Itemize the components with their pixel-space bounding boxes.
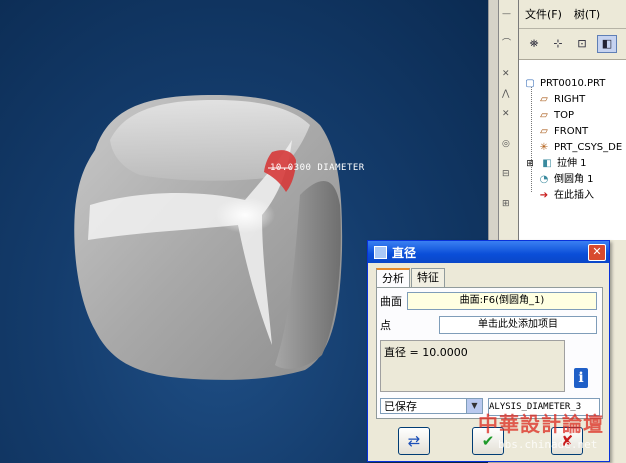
- tree-item-part[interactable]: ▢ PRT0010.PRT: [523, 76, 605, 92]
- repeat-button[interactable]: ⇄: [398, 427, 430, 455]
- toolbar-icon[interactable]: ✕: [502, 70, 515, 79]
- round-icon: ◔: [539, 174, 549, 185]
- ok-button[interactable]: ✔: [472, 427, 504, 455]
- dialog-titlebar[interactable]: 直径: [368, 241, 609, 263]
- extrude-icon: ◧: [542, 158, 552, 169]
- dialog-tabs: 分析 特征: [376, 268, 446, 289]
- result-text: 直径 = 10.0000: [384, 346, 468, 359]
- diameter-dialog: 直径 ✕ 分析 特征 曲面 曲面:F6(倒圆角_1) 点 单击此处添加项目 直径…: [367, 240, 610, 462]
- menu-tree[interactable]: 树(T): [574, 6, 600, 22]
- dialog-title: 直径: [392, 245, 417, 260]
- tree-toolbar: ⛯ ⊹ ⊡ ◧: [519, 29, 626, 60]
- toolbar-icon[interactable]: ◎: [502, 140, 515, 149]
- toolbar-icon[interactable]: —: [502, 10, 515, 19]
- dialog-window-icon: [374, 245, 387, 259]
- tree-settings-icon[interactable]: ⊹: [549, 36, 567, 52]
- binoculars-icon[interactable]: ⛯: [525, 36, 543, 52]
- feature-toolbar: — ⌒ ✕ ⋀ ✕ ◎ ⊟ ⊞: [498, 0, 520, 240]
- layer-tree-icon[interactable]: ◧: [597, 35, 617, 53]
- tree-item-round[interactable]: ◔ 倒圆角 1: [537, 172, 594, 188]
- analysis-tab-panel: 曲面 曲面:F6(倒圆角_1) 点 单击此处添加项目 直径 = 10.0000 …: [376, 287, 603, 419]
- repeat-icon: ⇄: [407, 432, 421, 450]
- tree-item-front[interactable]: ▱ FRONT: [537, 124, 588, 140]
- tree-item-insert-here[interactable]: ➔ 在此插入: [537, 188, 594, 204]
- tree-item-right[interactable]: ▱ RIGHT: [537, 92, 585, 108]
- save-mode-value: 已保存: [384, 400, 417, 413]
- cross-icon: ✘: [560, 432, 574, 450]
- cancel-button[interactable]: ✘: [551, 427, 583, 455]
- result-box: 直径 = 10.0000: [380, 340, 565, 392]
- analysis-name-field[interactable]: ALYSIS_DIAMETER_3: [488, 398, 600, 416]
- tab-analysis[interactable]: 分析: [376, 268, 410, 289]
- datum-plane-icon: ▱: [540, 126, 548, 137]
- model-tree-panel: 文件(F) 树(T) ⛯ ⊹ ⊡ ◧ ▢ PRT0010.PRT ▱ RIGHT ▱…: [518, 0, 626, 240]
- save-mode-select[interactable]: 已保存 ▼: [380, 398, 483, 414]
- part-icon: ▢: [525, 78, 535, 89]
- chevron-down-icon[interactable]: ▼: [466, 399, 482, 413]
- insert-arrow-icon: ➔: [539, 190, 549, 201]
- dimension-label: 10.0300 DIAMETER: [270, 163, 365, 173]
- menu-file[interactable]: 文件(F): [525, 6, 562, 22]
- tab-feature[interactable]: 特征: [411, 268, 445, 287]
- info-icon[interactable]: i: [574, 368, 588, 388]
- tree-menubar: 文件(F) 树(T): [519, 0, 626, 29]
- surface-field[interactable]: 曲面:F6(倒圆角_1): [407, 292, 597, 310]
- check-icon: ✔: [481, 432, 495, 450]
- datum-plane-icon: ▱: [540, 94, 548, 105]
- expand-icon[interactable]: ⊞: [523, 156, 537, 172]
- tree-connector-line: [531, 87, 533, 192]
- point-label: 点: [380, 319, 391, 332]
- toolbar-icon[interactable]: ⊞: [502, 200, 515, 209]
- surface-label: 曲面: [380, 295, 402, 308]
- close-icon[interactable]: ✕: [588, 244, 606, 261]
- tree-columns-icon[interactable]: ⊡: [573, 36, 591, 52]
- toolbar-icon[interactable]: ⋀: [502, 90, 515, 99]
- csys-icon: ✳: [539, 142, 549, 153]
- toolbar-icon[interactable]: ✕: [502, 110, 515, 119]
- point-field[interactable]: 单击此处添加项目: [439, 316, 597, 334]
- tree-item-csys[interactable]: ✳ PRT_CSYS_DE: [537, 140, 622, 156]
- tree-item-extrude[interactable]: ⊞ ◧ 拉伸 1: [523, 156, 586, 172]
- tree-item-top[interactable]: ▱ TOP: [537, 108, 574, 124]
- datum-plane-icon: ▱: [540, 110, 548, 121]
- toolbar-icon[interactable]: ⊟: [502, 170, 515, 179]
- toolbar-icon[interactable]: ⌒: [502, 40, 515, 49]
